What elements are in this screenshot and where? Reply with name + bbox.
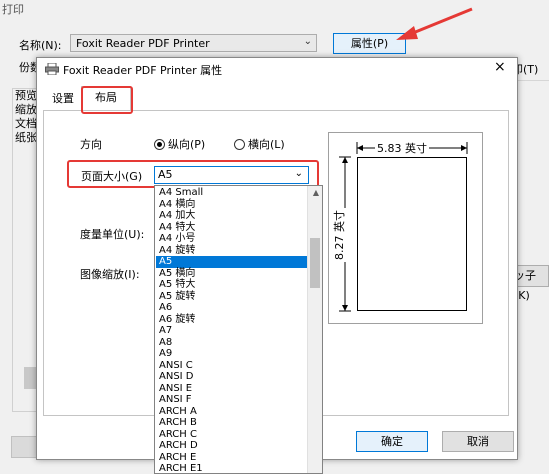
dropdown-item[interactable]: ARCH A (156, 406, 309, 418)
landscape-radio[interactable] (234, 139, 245, 150)
dropdown-item[interactable]: ANSI F (156, 394, 309, 406)
scroll-up-icon[interactable]: ▲ (313, 188, 319, 197)
dropdown-item[interactable]: A6 旋转 (156, 314, 309, 326)
dialog-title: Foxit Reader PDF Printer 属性 (63, 64, 223, 77)
close-icon[interactable]: × (494, 59, 506, 75)
portrait-radio[interactable] (154, 139, 165, 150)
dropdown-item[interactable]: A5 旋转 (156, 291, 309, 303)
dropdown-item[interactable]: A7 (156, 325, 309, 337)
dropdown-item[interactable]: ARCH B (156, 417, 309, 429)
printer-name-label: 名称(N): (19, 39, 62, 52)
orientation-label: 方向 (80, 138, 102, 151)
hidden-bottom-button[interactable] (11, 436, 37, 458)
ok-button[interactable]: 确定 (356, 431, 428, 452)
cancel-button[interactable]: 取消 (442, 431, 514, 452)
red-arrow-annotation (396, 7, 473, 40)
chevron-down-icon: ⌄ (303, 36, 312, 47)
dropdown-item[interactable]: A6 (156, 302, 309, 314)
dropdown-item[interactable]: A4 小号 (156, 233, 309, 245)
paper-size-select[interactable]: A5 ⌄ (154, 166, 309, 184)
dropdown-item[interactable]: ARCH E1 (156, 463, 309, 473)
preview-label: 预览 (15, 89, 37, 102)
height-dimension: 8.27 英寸 (331, 208, 347, 262)
document-label: 文档 (15, 117, 37, 130)
dropdown-item[interactable]: ANSI C (156, 360, 309, 372)
dropdown-item[interactable]: ARCH E (156, 452, 309, 464)
zoom-label: 缩放 (15, 103, 37, 116)
portrait-label[interactable]: 纵向(P) (168, 136, 205, 152)
tab-settings[interactable]: 设置 (47, 90, 79, 110)
printer-select[interactable]: Foxit Reader PDF Printer ⌄ (70, 34, 317, 52)
dropdown-scrollbar[interactable]: ▲ (307, 186, 322, 473)
hidden-button[interactable] (24, 367, 36, 389)
dimension-arrows (339, 142, 468, 312)
dropdown-item[interactable]: A5 横向 (156, 268, 309, 280)
dropdown-item[interactable]: ARCH C (156, 429, 309, 441)
scrollbar-thumb[interactable] (310, 238, 320, 288)
dropdown-item[interactable]: ANSI D (156, 371, 309, 383)
chevron-down-icon: ⌄ (294, 168, 303, 179)
printer-icon (45, 63, 59, 75)
paper-size-value: A5 (158, 168, 173, 181)
paper-label: 纸张 (15, 131, 37, 144)
layout-tab-highlight (81, 86, 133, 114)
dropdown-item[interactable]: A4 横向 (156, 199, 309, 211)
printer-select-value: Foxit Reader PDF Printer (76, 37, 210, 50)
landscape-label[interactable]: 横向(L) (248, 136, 285, 152)
dropdown-item[interactable]: A5 (156, 256, 309, 268)
print-dialog-title: 打印 (2, 3, 24, 16)
dropdown-item[interactable]: A4 加大 (156, 210, 309, 222)
dropdown-item[interactable]: A5 特大 (156, 279, 309, 291)
dropdown-item[interactable]: A9 (156, 348, 309, 360)
dropdown-item[interactable]: ANSI E (156, 383, 309, 395)
dropdown-item[interactable]: A8 (156, 337, 309, 349)
dropdown-item[interactable]: A4 旋转 (156, 245, 309, 257)
dropdown-item[interactable]: A4 Small (156, 187, 309, 199)
scale-label: 图像缩放(I): (80, 268, 140, 281)
paper-size-dropdown-list[interactable]: A4 Small A4 横向 A4 加大 A4 特大 A4 小号 A4 旋转 A5 A5 横向… (154, 185, 323, 474)
dropdown-item[interactable]: ARCH D (156, 440, 309, 452)
dropdown-item[interactable]: A4 特大 (156, 222, 309, 234)
units-label: 度量单位(U): (80, 228, 145, 241)
width-dimension: 5.83 英寸 (375, 140, 429, 156)
paper-size-label: 页面大小(G) (81, 170, 143, 183)
